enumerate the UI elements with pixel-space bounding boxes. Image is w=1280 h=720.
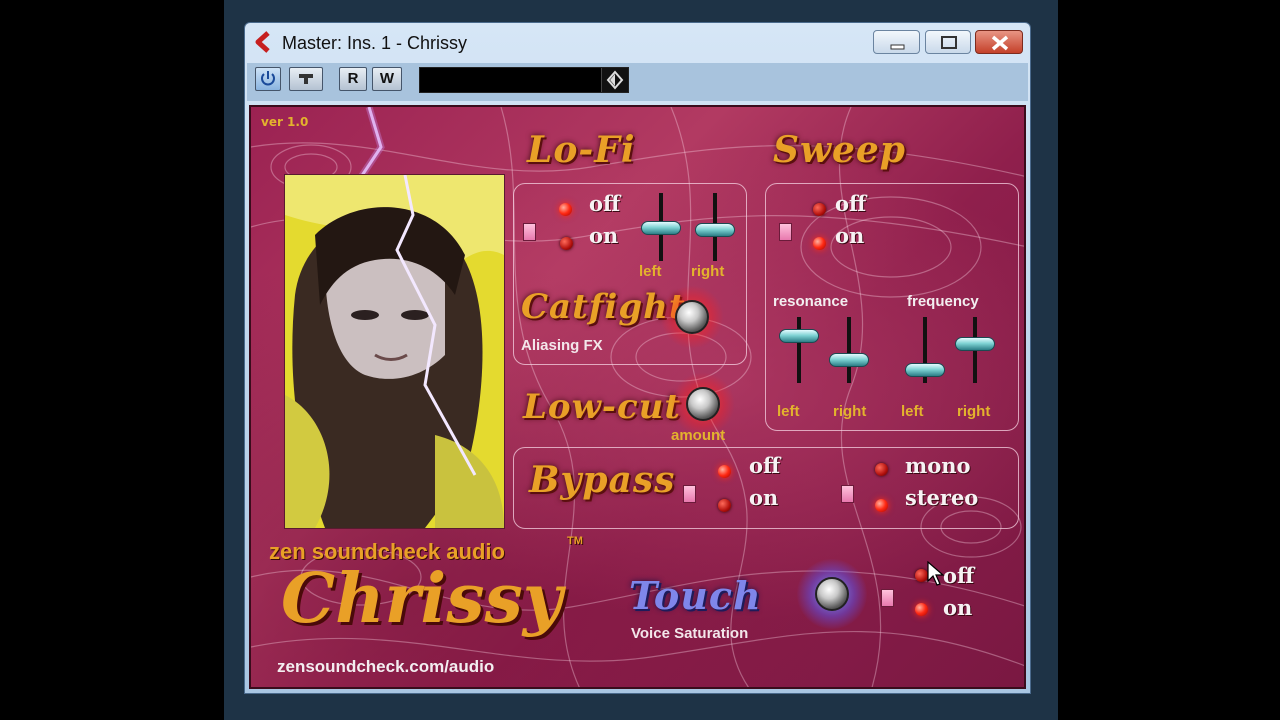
frequency-left-slider-handle[interactable] bbox=[905, 363, 945, 377]
lofi-left-slider-handle[interactable] bbox=[641, 221, 681, 235]
chrissy-plugin-panel: ver 1.0 Lo-Fi off on left right Catfight… bbox=[249, 105, 1026, 689]
lofi-right-label: right bbox=[691, 263, 725, 280]
close-button[interactable] bbox=[975, 30, 1023, 54]
lofi-right-slider[interactable] bbox=[695, 193, 735, 261]
bypass-title: Bypass bbox=[529, 459, 676, 501]
resonance-left-slider[interactable] bbox=[779, 317, 819, 383]
lofi-on-label: on bbox=[589, 223, 619, 248]
resonance-left-slider-handle[interactable] bbox=[779, 329, 819, 343]
lofi-off-led[interactable] bbox=[559, 203, 572, 216]
preset-selector[interactable] bbox=[419, 67, 629, 93]
minimize-icon bbox=[890, 44, 905, 50]
write-automation-button[interactable]: W bbox=[372, 67, 402, 91]
touch-subtitle: Voice Saturation bbox=[631, 625, 749, 642]
touch-off-label: off bbox=[943, 563, 975, 588]
mono-led[interactable] bbox=[875, 463, 888, 476]
lowcut-title: Low-cut bbox=[523, 387, 682, 427]
sweep-toggle-switch[interactable] bbox=[779, 223, 792, 241]
website-url: zensoundcheck.com/audio bbox=[277, 657, 495, 676]
power-icon bbox=[261, 71, 275, 86]
read-automation-button[interactable]: R bbox=[339, 67, 367, 91]
lofi-right-slider-handle[interactable] bbox=[695, 223, 735, 237]
touch-knob[interactable] bbox=[815, 577, 849, 611]
bypass-off-led[interactable] bbox=[718, 465, 731, 478]
power-button[interactable] bbox=[255, 67, 281, 91]
catfight-subtitle: Aliasing FX bbox=[521, 337, 603, 354]
preset-menu-icon bbox=[606, 70, 624, 90]
bypass-on-label: on bbox=[749, 485, 779, 510]
lowcut-amount-label: amount bbox=[671, 427, 726, 444]
artist-photo bbox=[284, 174, 505, 529]
touch-on-led[interactable] bbox=[915, 603, 928, 616]
bypass-toolbar-icon bbox=[299, 74, 313, 84]
artist-portrait-image bbox=[285, 175, 504, 528]
output-mode-switch[interactable] bbox=[841, 485, 854, 503]
sweep-off-label: off bbox=[835, 191, 867, 216]
frequency-left-slider[interactable] bbox=[905, 317, 945, 383]
bypass-on-led[interactable] bbox=[718, 499, 731, 512]
sweep-on-label: on bbox=[835, 223, 865, 248]
mouse-pointer-icon bbox=[927, 561, 945, 586]
sweep-on-led[interactable] bbox=[813, 237, 826, 250]
cubase-logo-icon bbox=[255, 31, 270, 53]
lofi-toggle-switch[interactable] bbox=[523, 223, 536, 241]
resonance-right-slider[interactable] bbox=[829, 317, 869, 383]
sweep-off-led[interactable] bbox=[813, 203, 826, 216]
touch-on-label: on bbox=[943, 595, 973, 620]
frequency-right-slider-handle[interactable] bbox=[955, 337, 995, 351]
maximize-button[interactable] bbox=[925, 30, 971, 54]
lofi-off-label: off bbox=[589, 191, 621, 216]
touch-title: Touch bbox=[629, 573, 762, 618]
resonance-left-label: left bbox=[777, 403, 800, 420]
window-title: Master: Ins. 1 - Chrissy bbox=[282, 33, 468, 53]
bypass-off-label: off bbox=[749, 453, 781, 478]
frequency-left-label: left bbox=[901, 403, 924, 420]
lofi-left-label: left bbox=[639, 263, 662, 280]
plugin-window: Master: Ins. 1 - Chrissy R W ver 1.0 Lo-… bbox=[244, 22, 1031, 694]
catfight-knob[interactable] bbox=[675, 300, 709, 334]
lowcut-knob[interactable] bbox=[686, 387, 720, 421]
trademark-symbol: TM bbox=[567, 535, 583, 547]
product-name: Chrissy bbox=[281, 559, 563, 639]
plugin-toolbar: R W bbox=[247, 63, 1028, 101]
maximize-icon bbox=[941, 36, 957, 49]
bypass-toolbar-button[interactable] bbox=[289, 67, 323, 91]
preset-menu-button[interactable] bbox=[601, 68, 628, 92]
sweep-frequency-label: frequency bbox=[907, 293, 979, 310]
close-icon bbox=[991, 35, 1009, 51]
resonance-right-slider-handle[interactable] bbox=[829, 353, 869, 367]
minimize-button[interactable] bbox=[873, 30, 920, 54]
frequency-right-slider[interactable] bbox=[955, 317, 995, 383]
lofi-left-slider[interactable] bbox=[641, 193, 681, 261]
stereo-label: stereo bbox=[905, 485, 979, 510]
sweep-resonance-label: resonance bbox=[773, 293, 849, 310]
bypass-toggle-switch[interactable] bbox=[683, 485, 696, 503]
lofi-title: Lo-Fi bbox=[527, 129, 636, 171]
mono-label: mono bbox=[905, 453, 971, 478]
touch-toggle-switch[interactable] bbox=[881, 589, 894, 607]
frequency-right-label: right bbox=[957, 403, 991, 420]
stereo-led[interactable] bbox=[875, 499, 888, 512]
title-bar[interactable]: Master: Ins. 1 - Chrissy bbox=[245, 23, 1030, 63]
sweep-title: Sweep bbox=[773, 129, 906, 171]
resonance-right-label: right bbox=[833, 403, 867, 420]
version-label: ver 1.0 bbox=[261, 115, 309, 129]
lofi-on-led[interactable] bbox=[560, 237, 573, 250]
